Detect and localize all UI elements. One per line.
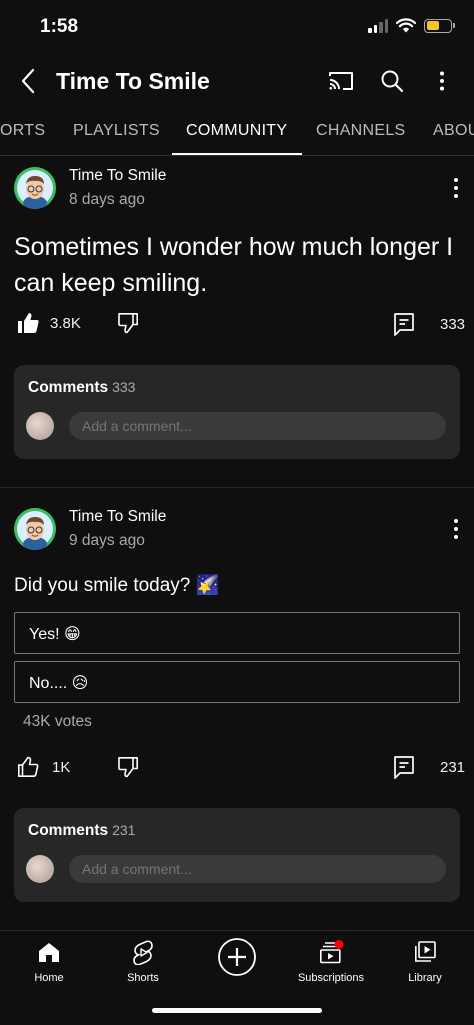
comments-label: Comments 333 — [28, 379, 136, 396]
channel-title: Time To Smile — [56, 68, 210, 94]
post-menu-icon[interactable] — [452, 177, 460, 199]
thumbs-up-icon — [18, 756, 39, 777]
like-count: 1K — [52, 758, 71, 776]
comment-count: 333 — [440, 315, 466, 333]
thumbs-down-icon[interactable] — [116, 311, 140, 335]
back-arrow-icon[interactable] — [14, 66, 44, 96]
search-icon[interactable] — [378, 67, 406, 95]
tab-community[interactable]: COMMUNITY — [186, 122, 287, 140]
add-comment-input[interactable] — [69, 412, 446, 440]
shorts-icon — [133, 940, 153, 965]
comments-header-count: 231 — [112, 822, 136, 838]
add-comment-input[interactable] — [69, 855, 446, 883]
home-icon — [39, 943, 59, 962]
library-icon — [415, 941, 436, 962]
post-time: 9 days ago — [69, 532, 145, 549]
home-indicator — [152, 1008, 322, 1013]
post-text: Did you smile today? 🌠 — [14, 575, 220, 596]
nav-home[interactable]: Home — [2, 939, 96, 984]
community-post: Time To Smile 9 days ago Did you smile t… — [0, 498, 474, 928]
poll-votes: 43K votes — [23, 713, 92, 730]
create-icon — [218, 938, 256, 976]
nav-label-home: Home — [34, 972, 64, 984]
status-bar: 1:58 — [0, 0, 474, 56]
comments-section[interactable]: Comments 231 — [14, 808, 460, 902]
poll-option-no[interactable]: No.... 😥 — [14, 661, 460, 703]
wifi-icon — [396, 18, 416, 33]
post-menu-icon[interactable] — [452, 518, 460, 540]
battery-icon — [424, 18, 455, 33]
like-count: 3.8K — [50, 314, 81, 332]
like-button[interactable]: 3.8K — [16, 311, 81, 335]
tab-about[interactable]: ABOU — [433, 122, 474, 140]
more-vertical-icon[interactable] — [428, 67, 456, 95]
active-tab-indicator — [172, 153, 302, 155]
post-author[interactable]: Time To Smile — [69, 167, 166, 185]
thumbs-down-icon[interactable] — [116, 755, 140, 779]
tab-shorts[interactable]: ORTS — [0, 122, 45, 140]
nav-create[interactable] — [190, 937, 284, 977]
nav-library[interactable]: Library — [378, 939, 472, 984]
status-icons — [368, 18, 455, 33]
status-time: 1:58 — [40, 16, 79, 37]
nav-label-subscriptions: Subscriptions — [297, 972, 365, 984]
memoji-avatar-icon — [14, 508, 56, 550]
comments-header-count: 333 — [112, 379, 136, 395]
user-avatar — [26, 412, 54, 440]
signal-icon — [368, 18, 388, 33]
post-text: Sometimes I wonder how much longer I can… — [14, 233, 454, 297]
community-post: Time To Smile 8 days ago Sometimes I won… — [0, 157, 474, 487]
comment-count: 231 — [440, 758, 466, 776]
tab-playlists[interactable]: PLAYLISTS — [73, 122, 160, 140]
comments-section[interactable]: Comments 333 — [14, 365, 460, 459]
notification-dot — [334, 940, 344, 949]
like-button[interactable]: 1K — [16, 755, 70, 779]
post-author[interactable]: Time To Smile — [69, 508, 166, 526]
tab-channels[interactable]: CHANNELS — [316, 122, 406, 140]
thumbs-up-filled-icon — [18, 313, 39, 333]
channel-avatar[interactable] — [14, 167, 56, 209]
comment-icon — [394, 313, 414, 336]
comments-button[interactable]: 231 — [392, 754, 465, 780]
nav-label-library: Library — [408, 972, 442, 984]
comments-label: Comments 231 — [28, 822, 136, 839]
nav-shorts[interactable]: Shorts — [96, 939, 190, 984]
memoji-avatar-icon — [14, 167, 56, 209]
comments-button[interactable]: 333 — [392, 311, 465, 337]
post-divider — [0, 487, 474, 488]
subscriptions-icon — [319, 940, 344, 964]
nav-subscriptions[interactable]: Subscriptions — [284, 939, 378, 984]
cast-icon[interactable] — [327, 67, 355, 95]
post-time: 8 days ago — [69, 191, 145, 208]
channel-tabs: ORTS PLAYLISTS COMMUNITY CHANNELS ABOU — [0, 108, 474, 156]
app-header: Time To Smile — [0, 56, 474, 108]
user-avatar — [26, 855, 54, 883]
channel-avatar[interactable] — [14, 508, 56, 550]
comment-icon — [394, 756, 414, 779]
poll-option-yes[interactable]: Yes! 😁 — [14, 612, 460, 654]
nav-label-shorts: Shorts — [127, 972, 159, 984]
